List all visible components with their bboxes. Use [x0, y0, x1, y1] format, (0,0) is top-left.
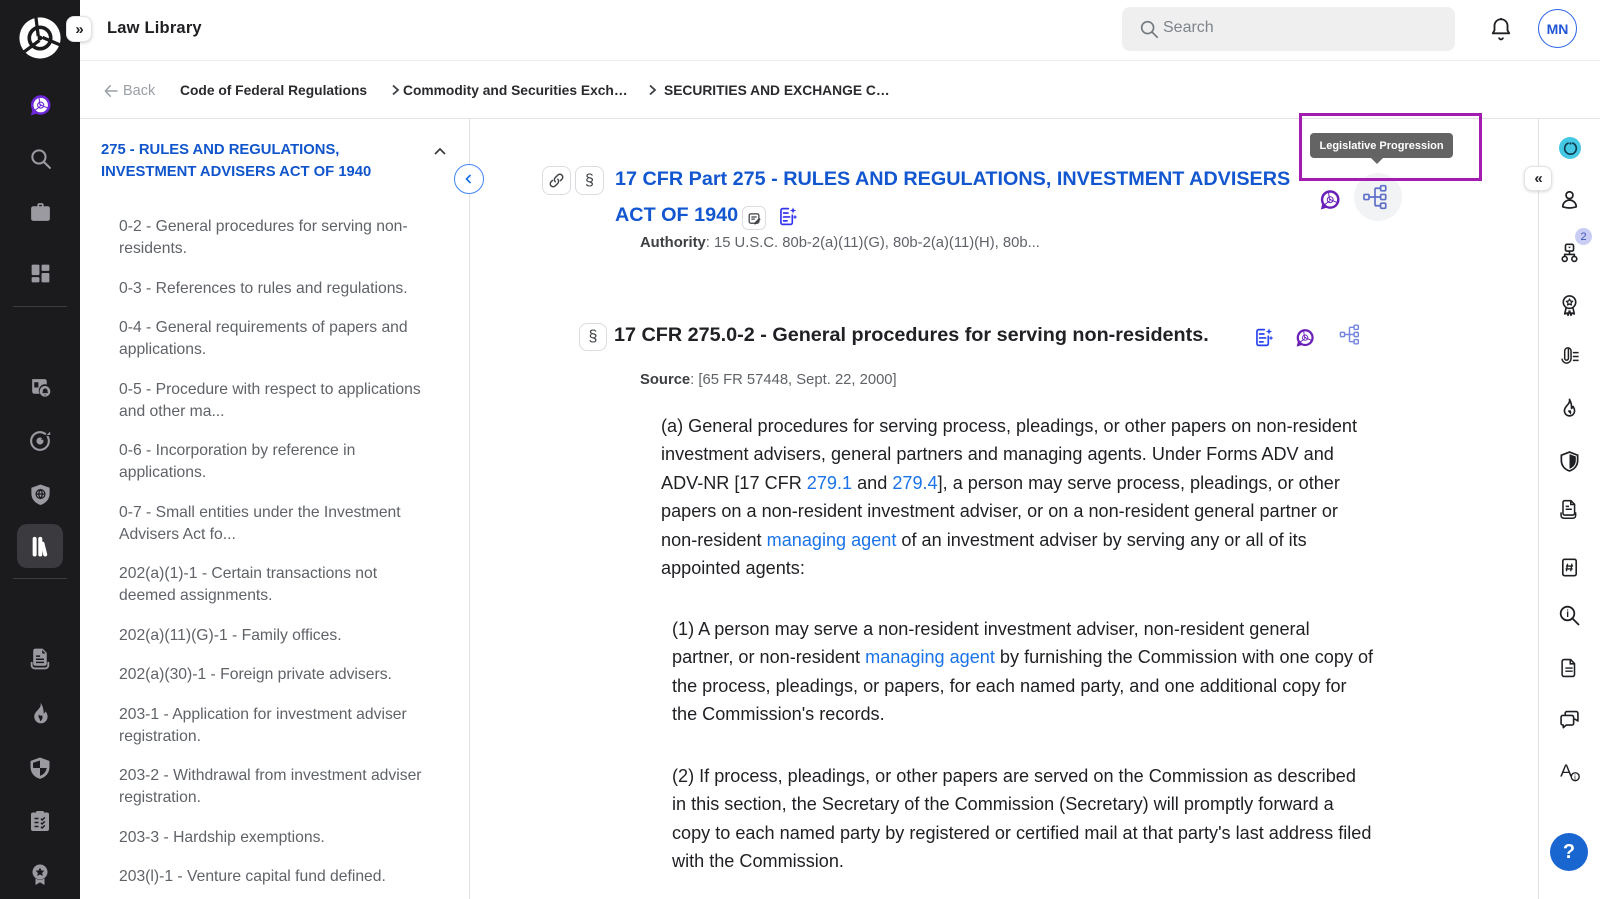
- svg-text:i: i: [1566, 609, 1569, 620]
- svg-text:A: A: [1560, 761, 1572, 781]
- svg-text:i: i: [1574, 773, 1576, 782]
